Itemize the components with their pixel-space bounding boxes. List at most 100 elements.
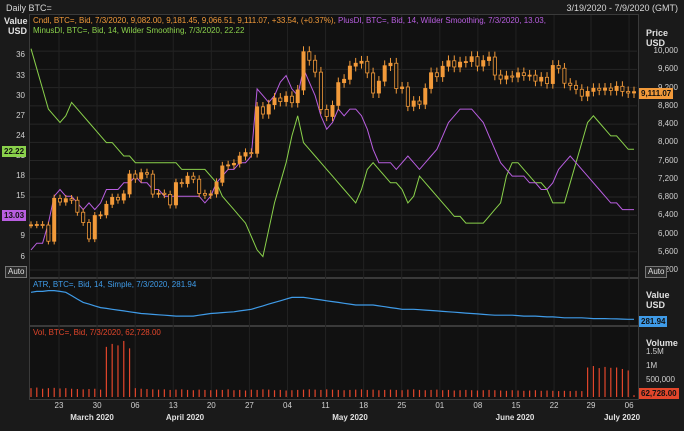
candle-body bbox=[539, 76, 544, 82]
candle-body bbox=[29, 224, 33, 227]
right-tick-label: 7,200 bbox=[657, 173, 678, 183]
candle-body bbox=[371, 72, 376, 94]
candle-body bbox=[208, 193, 213, 196]
candle-body bbox=[179, 182, 184, 185]
candle-body bbox=[597, 87, 602, 91]
left-axis-title-usd: USD bbox=[8, 26, 28, 36]
candle-body bbox=[527, 74, 532, 77]
candle-body bbox=[620, 85, 625, 92]
right-tick-label: 9,600 bbox=[657, 64, 678, 74]
x-day-label: 25 bbox=[397, 401, 407, 410]
candle-body bbox=[446, 60, 451, 67]
candle-body bbox=[272, 97, 277, 106]
atr-axis-title-value: Value bbox=[646, 290, 670, 300]
x-day-label: 29 bbox=[586, 401, 596, 410]
x-day-label: 06 bbox=[130, 401, 140, 410]
right-tick-label: 10,000 bbox=[653, 46, 678, 56]
candle-body bbox=[475, 56, 480, 67]
candle-body bbox=[353, 62, 358, 67]
candle-body bbox=[481, 60, 486, 67]
atr-legend: ATR, BTC=, Bid, 14, Simple, 7/3/2020, 28… bbox=[33, 280, 197, 289]
candle-body bbox=[266, 104, 271, 115]
candle-body bbox=[440, 65, 445, 78]
right-tick-label: 8,400 bbox=[657, 119, 678, 129]
candle-body bbox=[521, 72, 526, 76]
x-day-label: 23 bbox=[54, 401, 64, 410]
left-tick-label: 6 bbox=[20, 251, 25, 261]
candle-body bbox=[34, 224, 39, 226]
candle-body bbox=[376, 80, 381, 94]
auto-scale-right-button[interactable]: Auto bbox=[645, 266, 668, 278]
x-day-label: 13 bbox=[168, 401, 178, 410]
candle-body bbox=[168, 193, 173, 206]
candle-body bbox=[202, 193, 207, 196]
chart-canvas bbox=[29, 15, 637, 398]
right-tick-label: 8,000 bbox=[657, 137, 678, 147]
candle-body bbox=[614, 85, 619, 91]
plusdi-tag: 13.03 bbox=[2, 210, 27, 221]
candle-body bbox=[429, 72, 434, 89]
plusdi-line bbox=[30, 67, 634, 251]
candle-body bbox=[185, 175, 190, 184]
candle-body bbox=[115, 196, 120, 201]
x-day-label: 30 bbox=[92, 401, 102, 410]
candle-body bbox=[231, 162, 236, 166]
candle-body bbox=[301, 51, 306, 91]
left-tick-label: 24 bbox=[16, 130, 25, 140]
candle-body bbox=[162, 192, 167, 195]
candle-body bbox=[516, 72, 521, 78]
volume-tick-1m: 1M bbox=[646, 361, 658, 370]
right-tick-label: 5,600 bbox=[657, 246, 678, 256]
candle-body bbox=[144, 172, 149, 175]
candle-body bbox=[313, 59, 318, 73]
candle-body bbox=[284, 95, 289, 102]
candle-body bbox=[110, 196, 115, 205]
left-tick-label: 9 bbox=[20, 231, 25, 241]
candle-body bbox=[533, 74, 538, 82]
volume-legend: Vol, BTC=, Bid, 7/3/2020, 62,728.00 bbox=[33, 328, 161, 337]
candle-body bbox=[86, 222, 91, 240]
candle-body bbox=[336, 82, 341, 106]
candle-body bbox=[585, 90, 590, 97]
auto-scale-left-button[interactable]: Auto bbox=[5, 266, 28, 278]
candle-body bbox=[608, 87, 613, 91]
right-tick-label: 6,800 bbox=[657, 192, 678, 202]
x-day-label: 04 bbox=[283, 401, 292, 410]
left-tick-label: 27 bbox=[16, 110, 25, 120]
candle-body bbox=[173, 182, 178, 206]
candle-body bbox=[69, 198, 74, 201]
volume-tick-500k: 500,000 bbox=[646, 375, 675, 384]
candle-body bbox=[556, 65, 561, 69]
candle-body bbox=[359, 60, 364, 64]
plusdi-legend-text: PlusDI, BTC=, Bid, 14, Wilder Smoothing,… bbox=[338, 16, 546, 25]
candle-body bbox=[382, 65, 387, 82]
volume-value-tag: 62,728.00 bbox=[639, 388, 679, 399]
candle-body bbox=[307, 51, 312, 61]
x-day-label: 27 bbox=[244, 401, 254, 410]
candle-body bbox=[278, 97, 283, 102]
candle-body bbox=[342, 78, 347, 84]
candle-body bbox=[423, 88, 428, 105]
left-tick-label: 15 bbox=[16, 191, 25, 201]
x-day-label: 11 bbox=[321, 401, 330, 410]
candle-body bbox=[405, 86, 410, 107]
right-tick-label: 8,800 bbox=[657, 100, 678, 110]
x-day-label: 01 bbox=[435, 401, 445, 410]
candle-body bbox=[400, 86, 405, 89]
right-axis-title-price: Price bbox=[646, 28, 669, 38]
x-day-label: 18 bbox=[359, 401, 369, 410]
candle-body bbox=[568, 82, 573, 86]
candle-body bbox=[92, 215, 97, 240]
right-tick-label: 6,400 bbox=[657, 210, 678, 220]
left-axis-title-value: Value bbox=[4, 16, 28, 26]
minusdi-legend-text: MinusDI, BTC=, Bid, 14, Wilder Smoothing… bbox=[33, 26, 245, 35]
candle-body bbox=[255, 106, 260, 154]
candle-body bbox=[504, 75, 509, 80]
x-month-label: April 2020 bbox=[165, 413, 205, 422]
candle-body bbox=[469, 56, 474, 62]
x-day-label: 22 bbox=[549, 401, 559, 410]
candle-body bbox=[98, 214, 103, 217]
candle-body bbox=[139, 172, 144, 180]
candle-body bbox=[411, 100, 416, 107]
candle-body bbox=[191, 175, 196, 180]
